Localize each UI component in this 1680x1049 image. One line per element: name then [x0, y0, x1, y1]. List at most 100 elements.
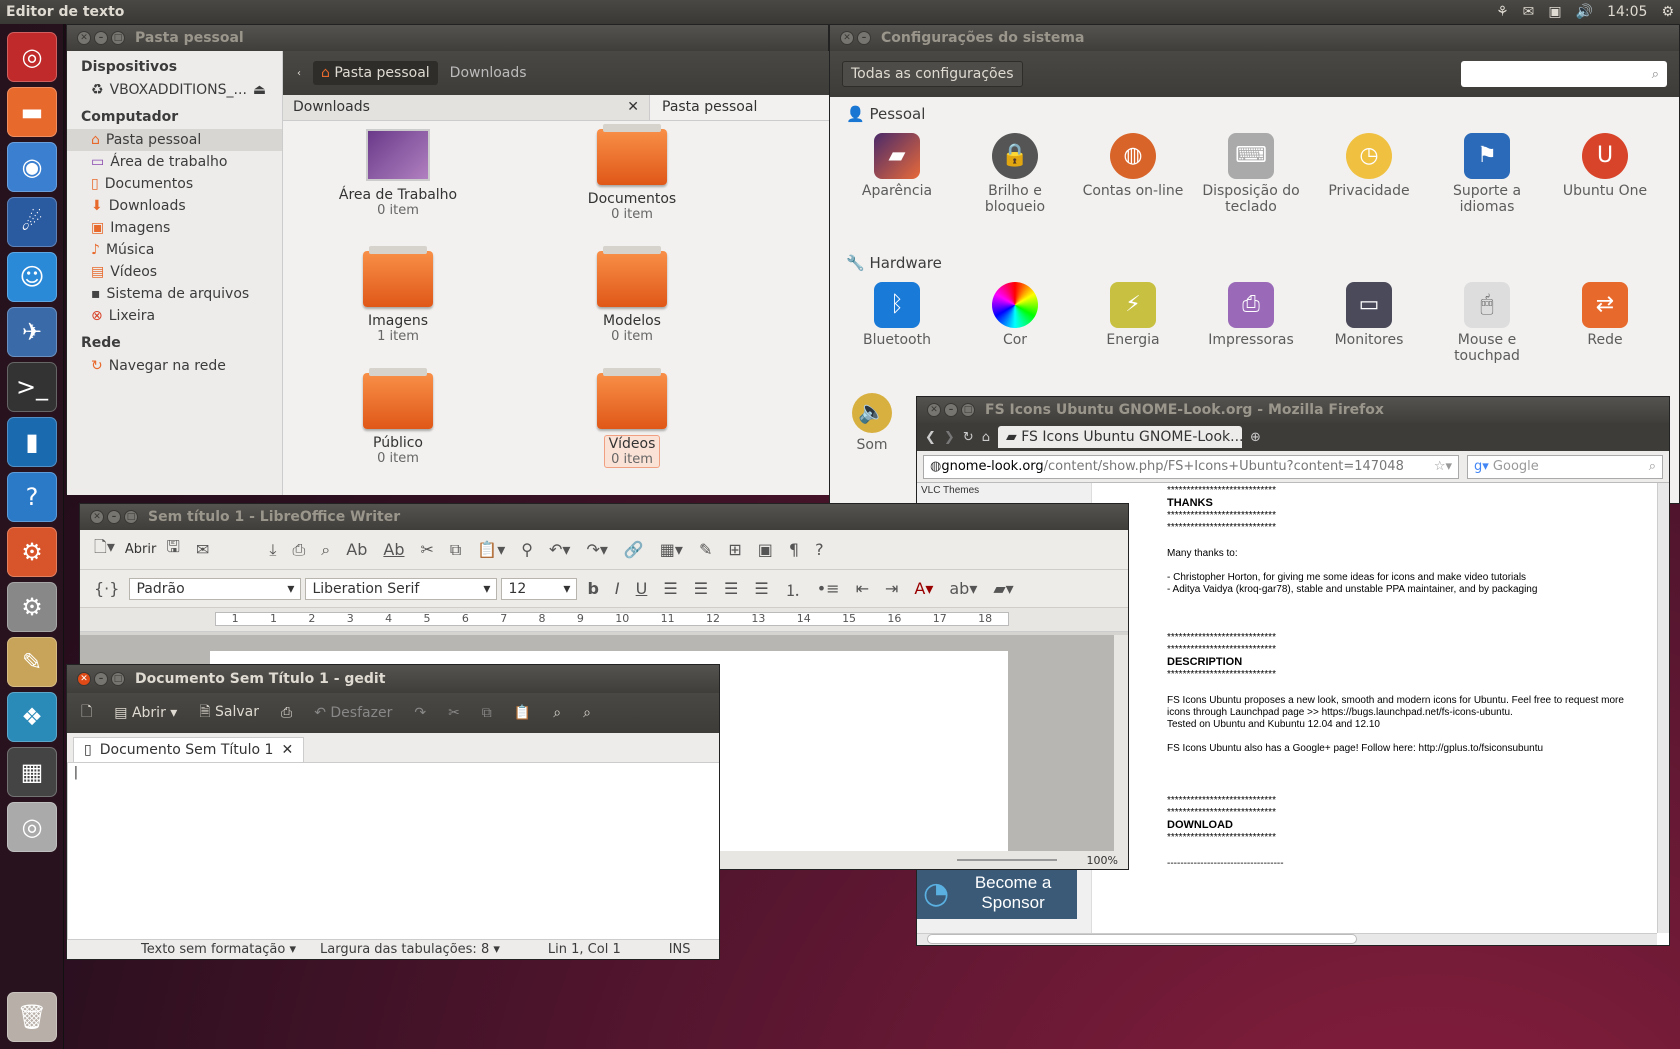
system-settings-icon[interactable]: ⚙ [7, 582, 57, 632]
url-bar[interactable]: ◍ gnome-look.org/content/show.php/FS+Ico… [923, 454, 1459, 479]
minimize-button[interactable]: – [944, 403, 958, 417]
numbered-list-icon[interactable]: ⒈ [779, 577, 807, 601]
dash-icon[interactable]: ◎ [7, 32, 57, 82]
software-center-icon[interactable]: ⚙ [7, 527, 57, 577]
minimize-button[interactable]: – [94, 672, 108, 686]
path-button-home[interactable]: ⌂ Pasta pessoal [313, 61, 438, 85]
eject-icon[interactable]: ⏏ [253, 82, 266, 98]
copy-icon[interactable]: ⧉ [474, 701, 500, 725]
maximize-button[interactable]: □ [124, 510, 138, 524]
sponsor-banner[interactable]: ◔ Become a Sponsor [917, 867, 1077, 919]
unity-tweak-icon[interactable]: ❖ [7, 692, 57, 742]
sidebar-item-desktop[interactable]: ▭ Área de trabalho [67, 151, 282, 173]
sidebar-item-downloads[interactable]: ⬇ Downloads [67, 195, 282, 217]
sidebar-item-videos[interactable]: ▤ Vídeos [67, 261, 282, 283]
search-input[interactable]: ⌕ [1461, 61, 1667, 87]
maximize-button[interactable]: □ [111, 672, 125, 686]
paste-icon[interactable]: 📋▾ [471, 540, 511, 559]
close-button[interactable]: ✕ [927, 403, 941, 417]
settings-item-printers[interactable]: ⎙ Impressoras [1196, 282, 1306, 348]
files-icon[interactable]: ▬ [7, 87, 57, 137]
table-icon[interactable]: ▦▾ [654, 540, 689, 559]
font-name-select[interactable]: Liberation Serif ▾ [305, 577, 498, 600]
sidebar-item-documents[interactable]: ▯ Documentos [67, 173, 282, 195]
mail-icon[interactable]: ✉ [1523, 4, 1535, 20]
copy-icon[interactable]: ⧉ [444, 540, 467, 560]
clock[interactable]: 14:05 [1607, 4, 1647, 20]
file-item[interactable]: Imagens 1 item [313, 246, 483, 344]
settings-item-sound[interactable]: 🔈 Som [842, 393, 902, 453]
chrome-icon[interactable]: ◉ [7, 142, 57, 192]
undo-icon[interactable]: ↶▾ [543, 540, 576, 559]
tab-downloads[interactable]: Downloads ✕ [283, 95, 649, 120]
cut-icon[interactable]: ✂ [414, 540, 439, 559]
dvd-icon[interactable]: ◎ [7, 802, 57, 852]
background-color-icon[interactable]: ▰▾ [987, 579, 1019, 598]
reload-icon[interactable]: ↻ [963, 430, 974, 445]
close-button[interactable]: ✕ [77, 672, 91, 686]
sidebar-item-device[interactable]: ♻ VBOXADDITIONS_... ⏏ [67, 79, 282, 101]
print-icon[interactable]: ⎙ [273, 701, 300, 725]
file-item[interactable]: Documentos 0 item [547, 124, 717, 222]
bold-icon[interactable]: b [581, 579, 604, 598]
sidebar-item-trash[interactable]: ⊗ Lixeira [67, 305, 282, 327]
home-icon[interactable]: ⌂ [982, 430, 990, 445]
network-icon[interactable]: ▣ [1548, 4, 1561, 20]
back-arrow-icon[interactable]: ‹ [289, 64, 309, 83]
settings-item-appearance[interactable]: ▰ Aparência [842, 133, 952, 199]
paragraph-style-select[interactable]: Padrão ▾ [129, 577, 302, 600]
gedit-icon[interactable]: ✎ [7, 637, 57, 687]
star-icon[interactable]: ☆▾ [1434, 459, 1452, 474]
text-editor[interactable]: | [67, 763, 719, 941]
undo-button[interactable]: ↶ Desfazer [306, 701, 400, 725]
close-icon[interactable]: ✕ [281, 742, 293, 758]
align-right-icon[interactable]: ☰ [718, 579, 744, 598]
sidebar-item-home[interactable]: ⌂ Pasta pessoal [67, 129, 282, 151]
horizontal-scrollbar[interactable] [917, 933, 1657, 945]
settings-item-brightness[interactable]: 🔒 Brilho e bloqueio [960, 133, 1070, 215]
sidebar-item-music[interactable]: ♪ Música [67, 239, 282, 261]
trash-icon[interactable]: 🗑 [7, 992, 57, 1042]
settings-item-mouse[interactable]: 🖱 Mouse e touchpad [1432, 282, 1542, 364]
hyperlink-icon[interactable]: 🔗 [618, 540, 650, 559]
close-button[interactable]: ✕ [77, 31, 91, 45]
font-color-icon[interactable]: A▾ [908, 579, 939, 598]
settings-item-displays[interactable]: ▭ Monitores [1314, 282, 1424, 348]
minimize-button[interactable]: – [857, 31, 871, 45]
maximize-button[interactable]: □ [111, 31, 125, 45]
close-button[interactable]: ✕ [90, 510, 104, 524]
settings-item-language[interactable]: ⚑ Suporte a idiomas [1432, 133, 1542, 215]
sidebar-item-network[interactable]: ↻ Navegar na rede [67, 355, 282, 377]
print-icon[interactable]: ⎙ [286, 540, 311, 560]
syntax-select[interactable]: Texto sem formatação ▾ [141, 942, 296, 957]
firefox-icon[interactable]: ☄ [7, 197, 57, 247]
tab-home[interactable]: Pasta pessoal [649, 95, 829, 120]
sidebar-item-filesystem[interactable]: ▪ Sistema de arquivos [67, 283, 282, 305]
workspace-switcher-icon[interactable]: ▦ [7, 747, 57, 797]
vertical-scrollbar[interactable] [1114, 635, 1128, 855]
settings-item-ubuntu-one[interactable]: U Ubuntu One [1550, 133, 1660, 199]
align-left-icon[interactable]: ☰ [657, 579, 683, 598]
formatting-marks-icon[interactable]: ¶ [783, 540, 805, 559]
close-button[interactable]: ✕ [840, 31, 854, 45]
justify-icon[interactable]: ☰ [748, 579, 774, 598]
highlight-icon[interactable]: ab▾ [943, 579, 983, 598]
new-document-icon[interactable]: 🗋 [73, 697, 100, 729]
font-size-select[interactable]: 12 ▾ [501, 577, 578, 600]
pdf-icon[interactable]: ⤓ [263, 540, 282, 560]
sidebar-item-pictures[interactable]: ▣ Imagens [67, 217, 282, 239]
search-icon[interactable]: ⌕ [545, 701, 569, 725]
settings-item-network[interactable]: ⇄ Rede [1550, 282, 1660, 348]
zoom-slider[interactable] [956, 859, 1057, 861]
draw-icon[interactable]: ✎ [693, 540, 718, 559]
styles-icon[interactable]: {·} [88, 579, 125, 598]
all-settings-button[interactable]: Todas as configurações [842, 61, 1023, 87]
autospell-icon[interactable]: Ab [377, 540, 410, 559]
settings-item-online-accounts[interactable]: ◍ Contas on-line [1078, 133, 1188, 199]
ruler[interactable]: 1 1 2 3 4 5 6 7 8 9 10 11 12 13 14 15 16 17 18 [80, 608, 1128, 632]
settings-item-privacy[interactable]: ◷ Privacidade [1314, 133, 1424, 199]
settings-item-keyboard[interactable]: ⌨ Disposição do teclado [1196, 133, 1306, 215]
file-item[interactable]: Área de Trabalho 0 item [313, 129, 483, 218]
settings-item-bluetooth[interactable]: ᛒ Bluetooth [842, 282, 952, 348]
search-field[interactable]: g▾ Google ⌕ [1467, 454, 1663, 479]
